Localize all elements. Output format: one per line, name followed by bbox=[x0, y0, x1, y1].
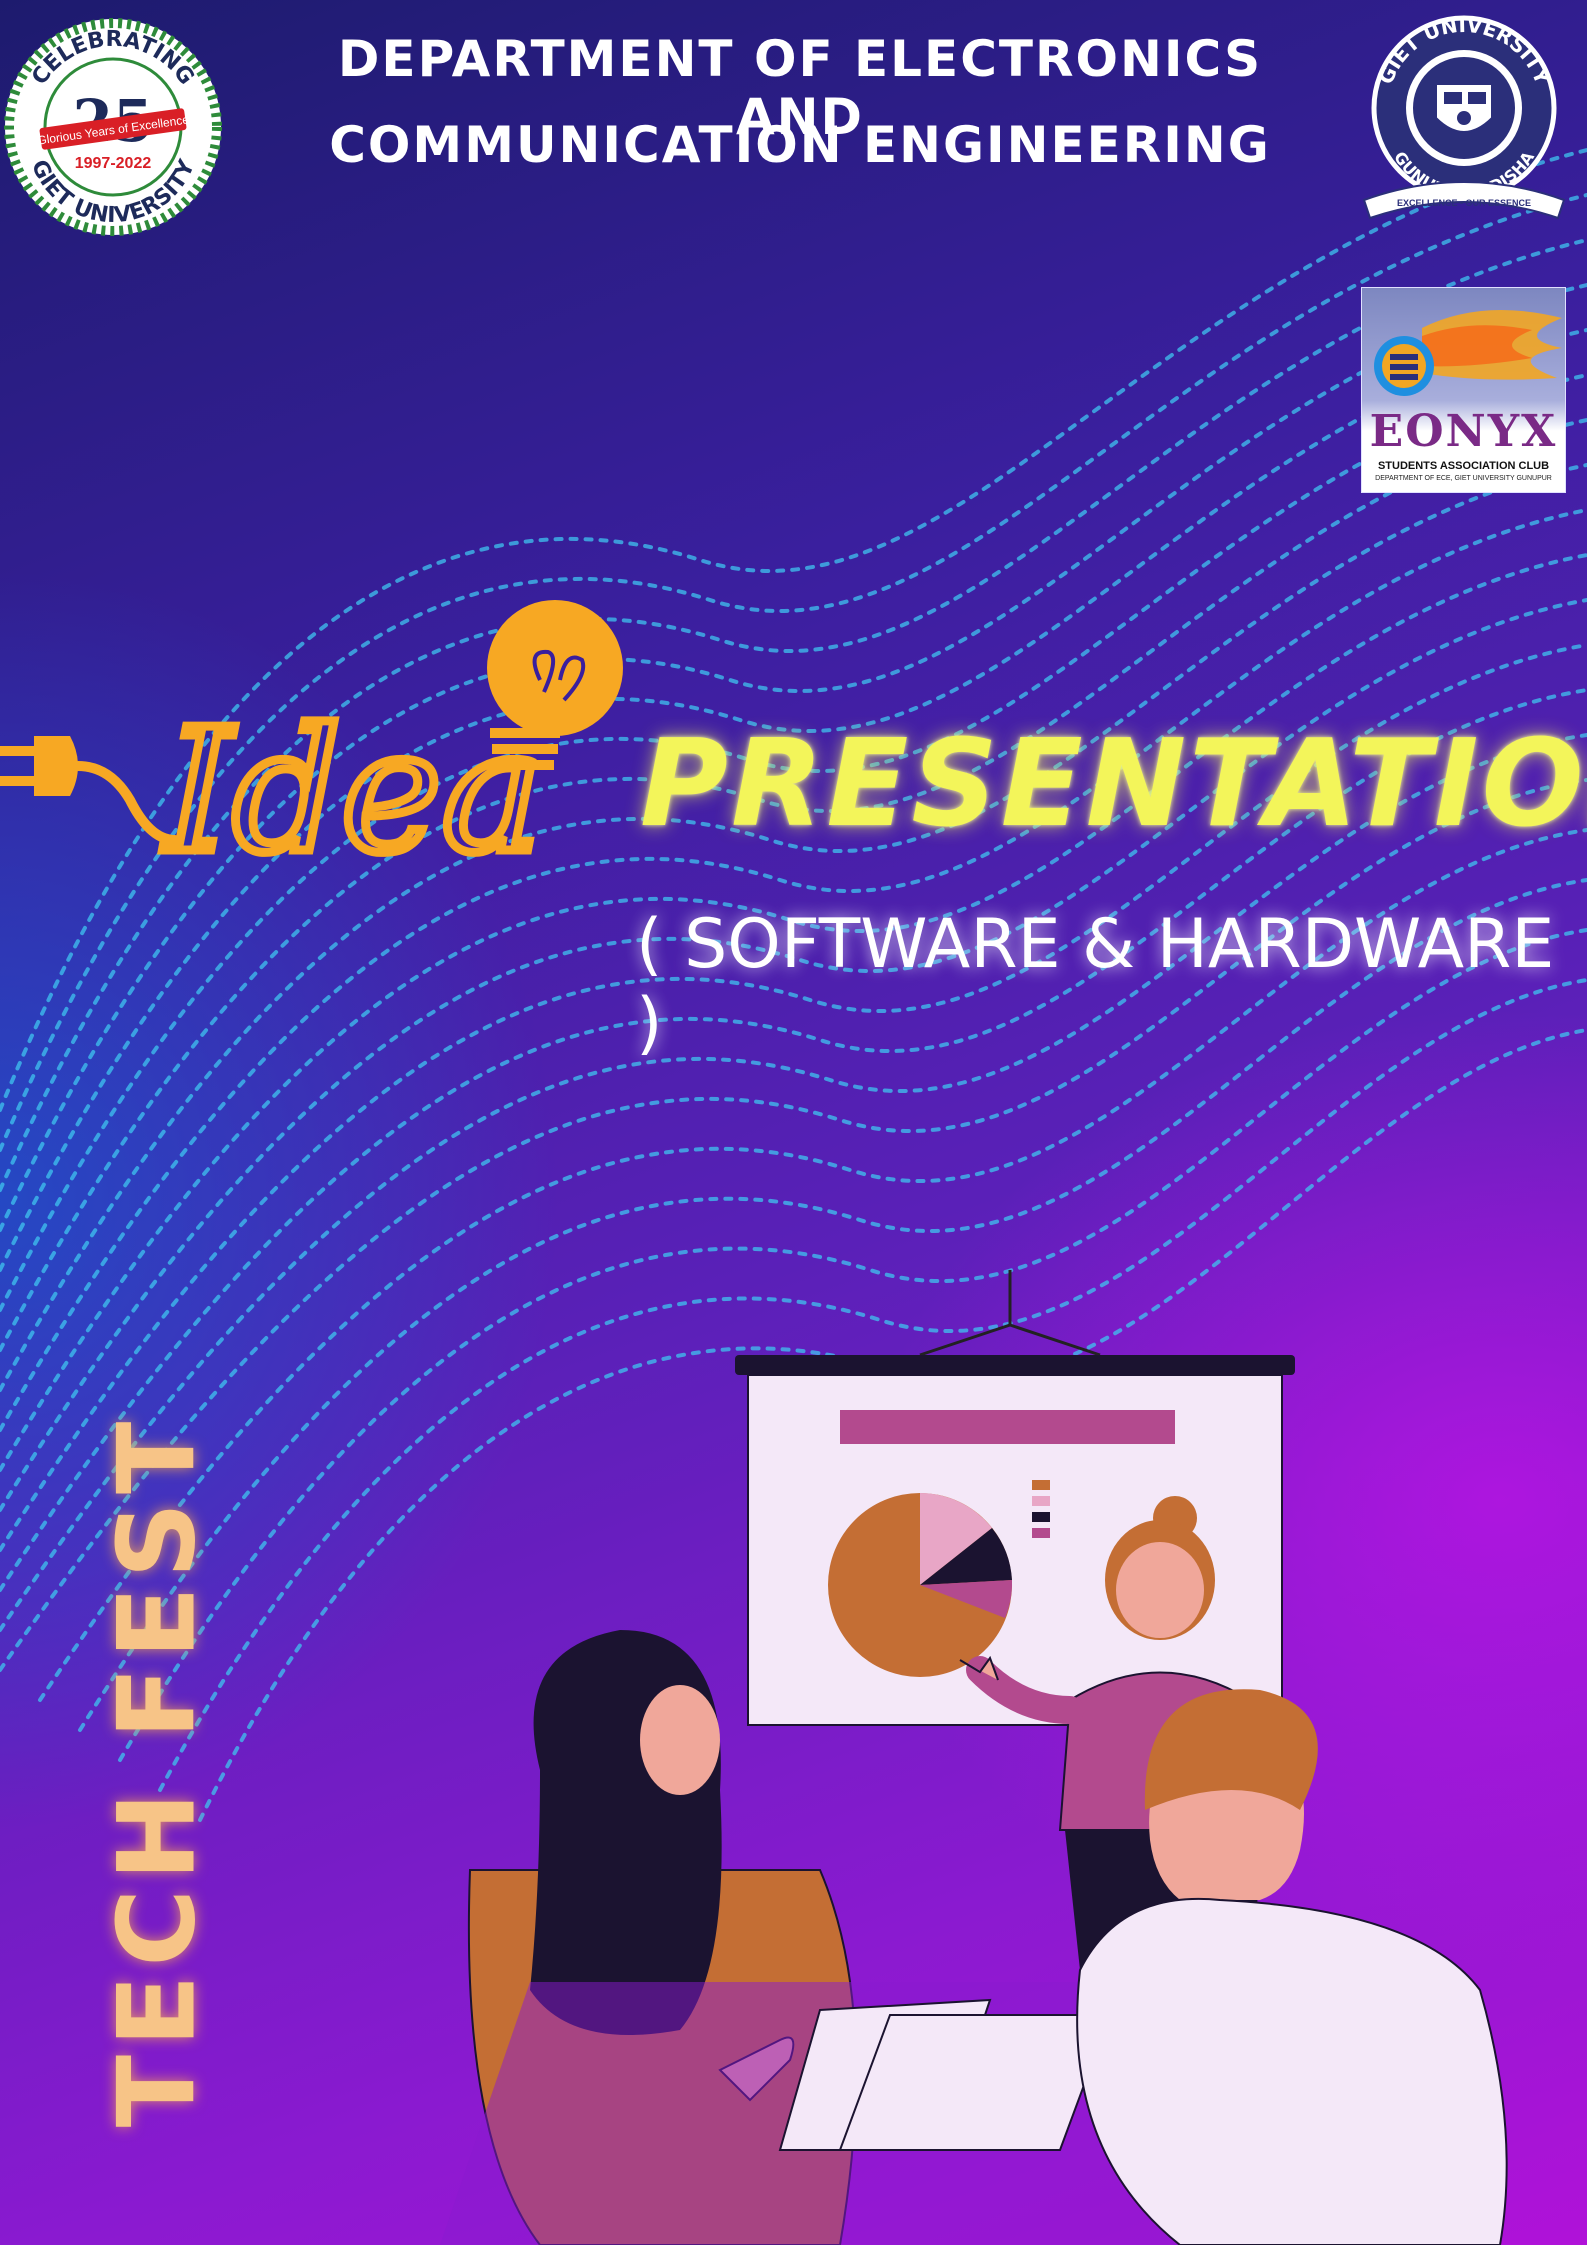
presentation-title: PRESENTATION bbox=[640, 715, 1587, 854]
celebrating-25-years-badge: CELEBRATING GIET UNIVERSITY 25 Glorious … bbox=[4, 18, 222, 236]
idea-word: Idea bbox=[162, 693, 543, 880]
department-title-line2: COMMUNICATION ENGINEERING bbox=[329, 116, 1271, 174]
badge-years: 1997-2022 bbox=[75, 155, 152, 172]
tech-fest-vertical-label: TECH FEST bbox=[2, 1380, 312, 2160]
eonyx-name: EONYX bbox=[1369, 406, 1558, 457]
eonyx-club-text: STUDENTS ASSOCIATION CLUB bbox=[1377, 460, 1550, 472]
eonyx-club-logo: EONYX STUDENTS ASSOCIATION CLUB DEPARTME… bbox=[1361, 287, 1566, 493]
idea-lightbulb-plug-icon: Idea bbox=[0, 600, 623, 880]
tech-fest-text: TECH FEST bbox=[95, 1413, 219, 2127]
presentation-meeting-illustration bbox=[440, 1270, 1508, 2245]
software-hardware-subtitle: ( SOFTWARE & HARDWARE ) bbox=[636, 905, 1555, 1063]
giet-university-emblem: GIET UNIVERSITY GUNUPUR, ODISHA EXCELLEN… bbox=[1362, 14, 1566, 220]
emblem-motto: EXCELLENCE - OUR ESSENCE bbox=[1397, 198, 1531, 208]
event-poster: DEPARTMENT OF ELECTRONICS AND COMMUNICAT… bbox=[0, 0, 1587, 2245]
eonyx-dept-text: DEPARTMENT OF ECE, GIET UNIVERSITY GUNUP… bbox=[1375, 475, 1552, 482]
flame-globe-icon bbox=[1374, 310, 1562, 396]
